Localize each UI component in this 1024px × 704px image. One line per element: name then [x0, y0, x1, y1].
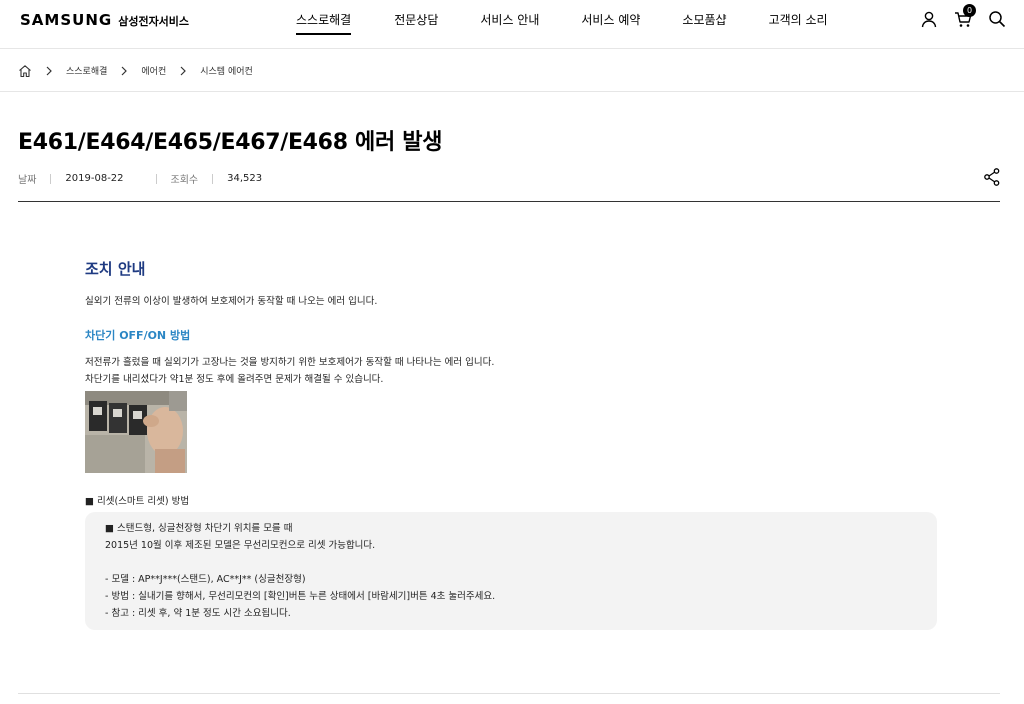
user-icon[interactable]: [920, 10, 938, 28]
cart-icon[interactable]: 0: [954, 4, 976, 28]
breadcrumb-system-aircon[interactable]: 시스템 에어컨: [200, 64, 253, 77]
brand-sub: 삼성전자서비스: [118, 15, 190, 28]
breadcrumb-aircon[interactable]: 에어컨: [141, 64, 166, 77]
home-icon[interactable]: [18, 63, 32, 78]
search-icon[interactable]: [988, 10, 1006, 28]
samsung-logo[interactable]: SAMSUNG 삼성전자서비스: [20, 11, 189, 29]
nav-service-reserve[interactable]: 서비스 예약: [581, 11, 640, 35]
title-divider: [18, 201, 1000, 202]
meta-divider: [212, 173, 214, 184]
meta-divider: [155, 173, 157, 184]
page-title: E461/E464/E465/E467/E468 에러 발생: [18, 130, 443, 155]
views-label: 조회수: [170, 175, 199, 186]
date-value: 2019-08-22: [65, 173, 124, 184]
breaker-text-2: 차단기를 내리셨다가 약1분 정도 후에 올려주면 문제가 해결될 수 있습니다…: [85, 374, 384, 385]
breaker-text-1: 저전류가 흘렀을 때 실외기가 고장나는 것을 방지하기 위한 보호제어가 동작…: [85, 357, 495, 368]
breaker-title: 차단기 OFF/ON 방법: [85, 329, 191, 342]
main-nav: 스스로해결 전문상담 서비스 안내 서비스 예약 소모품샵 고객의 소리: [296, 11, 828, 35]
meta-divider: [50, 173, 52, 184]
section-title: 조치 안내: [85, 260, 146, 278]
intro-text: 실외기 전류의 이상이 발생하여 보호제어가 동작할 때 나오는 에러 입니다.: [85, 296, 378, 307]
breadcrumb: 스스로해결 에어컨 시스템 에어컨: [18, 60, 253, 80]
views-value: 34,523: [227, 173, 263, 184]
chevron-right-icon: [176, 63, 190, 77]
reset-box-line: 2015년 10월 이후 제조된 모델은 무선리모컨으로 리셋 가능합니다.: [105, 540, 376, 551]
breadcrumb-divider: [0, 91, 1024, 92]
breaker-photo: [85, 391, 187, 473]
cart-count-badge: 0: [963, 4, 976, 17]
share-icon[interactable]: [984, 168, 1000, 186]
site-header: SAMSUNG 삼성전자서비스 스스로해결 전문상담 서비스 안내 서비스 예약…: [0, 0, 1024, 49]
reset-box-item: - 모델 : AP**J***(스탠드), AC**J** (싱글천장형): [105, 574, 306, 585]
nav-supplies-shop[interactable]: 소모품샵: [682, 11, 726, 35]
breadcrumb-self-solve[interactable]: 스스로해결: [66, 64, 107, 77]
reset-box-spacer: [105, 554, 937, 571]
nav-self-solve[interactable]: 스스로해결: [296, 11, 352, 35]
header-icons: 0: [904, 4, 1006, 28]
bottom-divider: [18, 693, 1000, 694]
reset-box-heading: ■ 스탠드형, 싱글천장형 차단기 위치를 모를 때: [105, 523, 293, 534]
article-meta: 날짜 2019-08-22 조회수 34,523: [18, 171, 262, 186]
reset-box-item: - 참고 : 리셋 후, 약 1분 정도 시간 소요됩니다.: [105, 608, 291, 619]
chevron-right-icon: [117, 63, 131, 77]
date-label: 날짜: [18, 175, 37, 186]
chevron-right-icon: [42, 63, 56, 77]
nav-consult[interactable]: 전문상담: [394, 11, 438, 35]
reset-box-item: - 방법 : 실내기를 향해서, 무선리모컨의 [확인]버튼 누른 상태에서 […: [105, 591, 496, 602]
article-body: 조치 안내 실외기 전류의 이상이 발생하여 보호제어가 동작할 때 나오는 에…: [85, 258, 937, 630]
brand-name: SAMSUNG: [20, 11, 113, 29]
reset-title: ■ 리셋(스마트 리셋) 방법: [85, 496, 190, 507]
nav-service-info[interactable]: 서비스 안내: [480, 11, 539, 35]
nav-customer-voice[interactable]: 고객의 소리: [769, 11, 828, 35]
reset-info-box: ■ 스탠드형, 싱글천장형 차단기 위치를 모를 때 2015년 10월 이후 …: [85, 512, 937, 630]
